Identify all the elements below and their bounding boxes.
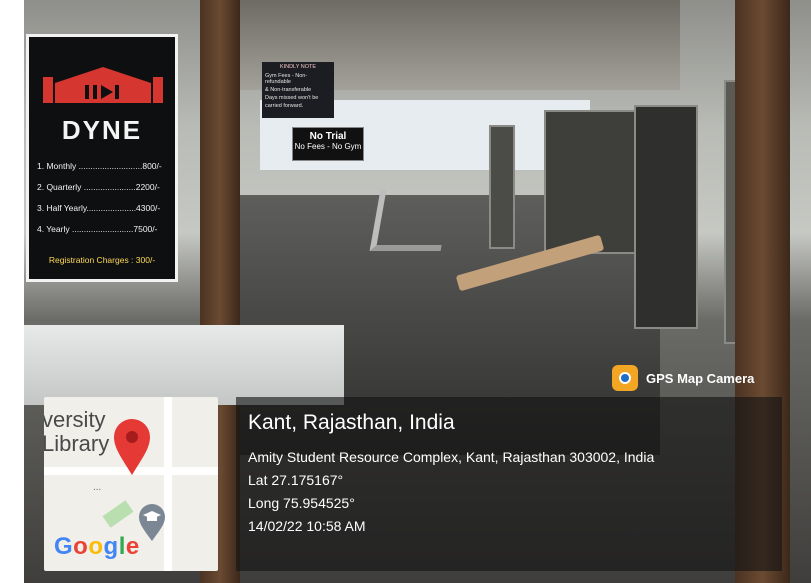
kindly-line: Gym Fees - Non-refundable [265, 73, 308, 85]
poster-brand: DYNE [61, 115, 143, 145]
plan-item: 2. Quarterly ......................2200/… [37, 182, 160, 192]
map-dots: ... [93, 482, 102, 493]
kindly-line: carried forward. [265, 103, 304, 109]
place-title: Kant, Rajasthan, India [248, 411, 455, 434]
plan-item: 4. Yearly ..........................7500… [37, 224, 158, 234]
kindly-line: Days missed won't be [265, 95, 319, 101]
google-letter: l [118, 533, 126, 560]
location-pin-icon [114, 419, 150, 475]
gym-machine [489, 125, 515, 249]
google-letter: o [88, 533, 104, 560]
photo-frame: DYNE 1. Monthly ........................… [0, 0, 811, 583]
price-poster: DYNE 1. Monthly ........................… [26, 34, 178, 282]
map-park-area [102, 500, 134, 528]
graduation-cap-pin-icon [139, 504, 165, 541]
map-road [164, 397, 172, 571]
no-trial-text: No Trial [309, 131, 347, 142]
google-letter: e [125, 533, 140, 560]
latitude-text: Lat 27.175167° [248, 472, 344, 488]
longitude-text: Long 75.954525° [248, 495, 355, 511]
map-thumbnail[interactable]: versity Library ... Google [44, 397, 218, 571]
map-label-line2: Library [44, 431, 110, 456]
google-letter: g [103, 533, 119, 560]
google-letter: o [73, 533, 89, 560]
kindly-title: KINDLY NOTE [279, 64, 317, 70]
kindly-note-sign: KINDLY NOTE Gym Fees - Non-refundable & … [262, 62, 334, 118]
gym-machine [544, 110, 638, 254]
no-fees-text: No Fees - No Gym [294, 142, 362, 151]
camera-pin-icon [612, 365, 638, 391]
plan-list: 1. Monthly ...........................80… [37, 161, 173, 245]
gym-machine [634, 105, 698, 329]
address-text: Amity Student Resource Complex, Kant, Ra… [248, 449, 655, 465]
plan-item: 3. Half Yearly.....................4300/… [37, 203, 161, 213]
datetime-text: 14/02/22 10:58 AM [248, 518, 366, 534]
registration-charges: Registration Charges : 300/- [48, 255, 156, 265]
map-label-line1: versity [44, 407, 106, 432]
google-letter: G [54, 533, 74, 560]
kindly-line: & Non-transferable [265, 87, 312, 93]
no-trial-sign: No Trial No Fees - No Gym [292, 127, 364, 161]
gps-map-camera-badge: GPS Map Camera [612, 361, 782, 395]
gps-badge-label: GPS Map Camera [646, 370, 755, 386]
google-logo: Google [54, 533, 140, 561]
plan-item: 1. Monthly ...........................80… [37, 161, 162, 171]
location-info-panel: Kant, Rajasthan, India Amity Student Res… [236, 397, 782, 571]
weight-bench [369, 190, 452, 251]
reception-desk [24, 325, 344, 405]
dumbbell-logo-icon [43, 67, 163, 103]
